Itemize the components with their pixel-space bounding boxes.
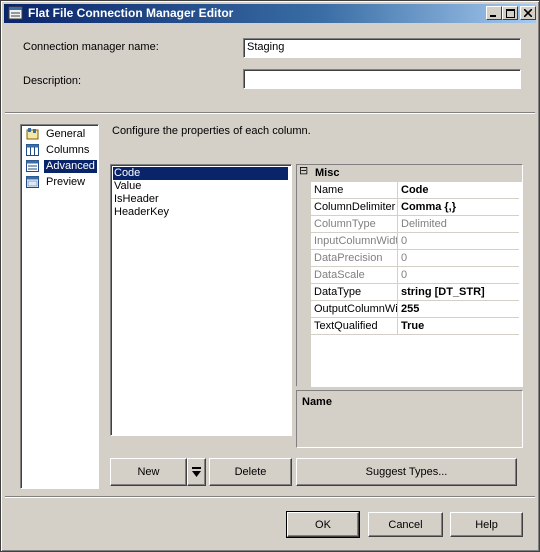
help-button[interactable]: Help	[450, 512, 523, 537]
advanced-icon	[26, 160, 39, 172]
ok-button[interactable]: OK	[286, 511, 360, 538]
page-nav: General Columns Advanced Preview	[20, 124, 99, 489]
divider	[5, 496, 535, 498]
property-row-textqualified[interactable]: TextQualified True	[297, 318, 519, 335]
app-icon	[8, 6, 23, 20]
general-icon	[26, 128, 39, 140]
nav-label-general: General	[46, 128, 86, 140]
description-label: Description:	[23, 75, 82, 87]
nav-label-preview: Preview	[46, 176, 86, 188]
divider	[5, 112, 535, 114]
maximize-button[interactable]	[502, 6, 518, 20]
connection-name-label: Connection manager name:	[23, 41, 159, 53]
description-input[interactable]	[243, 69, 521, 89]
property-value[interactable]: string [DT_STR]	[398, 284, 519, 301]
delete-button[interactable]: Delete	[209, 458, 292, 486]
nav-label-advanced: Advanced	[44, 160, 97, 173]
property-key: InputColumnWidth	[311, 233, 398, 250]
property-value[interactable]: 255	[398, 301, 519, 318]
property-value[interactable]: True	[398, 318, 519, 335]
property-key: DataType	[311, 284, 398, 301]
category-misc[interactable]: ⊟ Misc	[297, 165, 522, 182]
property-row-datatype[interactable]: DataType string [DT_STR]	[297, 284, 519, 301]
window-title: Flat File Connection Manager Editor	[28, 6, 234, 20]
property-row-inputcolumnwidth: InputColumnWidth 0	[297, 233, 519, 250]
connection-name-input[interactable]: Staging	[243, 38, 521, 58]
property-value: 0	[398, 250, 519, 267]
property-row-columndelimiter[interactable]: ColumnDelimiter Comma {,}	[297, 199, 519, 216]
list-item-code[interactable]: Code	[113, 167, 288, 180]
property-row-outputcolumnwidth[interactable]: OutputColumnWid 255	[297, 301, 519, 318]
property-value[interactable]: Code	[398, 182, 519, 199]
property-description-box: Name	[296, 390, 523, 448]
minimize-icon	[490, 15, 496, 17]
nav-label-columns: Columns	[46, 144, 90, 156]
title-bar[interactable]: Flat File Connection Manager Editor	[4, 4, 536, 23]
property-value[interactable]: Comma {,}	[398, 199, 519, 216]
property-key: DataPrecision	[311, 250, 398, 267]
property-key: ColumnType	[311, 216, 398, 233]
maximize-icon	[505, 8, 515, 18]
close-icon	[524, 9, 532, 17]
list-item-value[interactable]: Value	[113, 180, 288, 193]
property-value: Delimited	[398, 216, 519, 233]
close-button[interactable]	[520, 6, 536, 20]
new-dropdown-button[interactable]	[187, 458, 206, 486]
property-value: 0	[398, 267, 519, 284]
dialog-window: Flat File Connection Manager Editor Conn…	[0, 0, 540, 552]
instruction-text: Configure the properties of each column.	[112, 125, 311, 137]
property-key: DataScale	[311, 267, 398, 284]
columns-list[interactable]: Code Value IsHeader HeaderKey	[110, 164, 292, 436]
dropdown-arrow-icon	[192, 466, 201, 477]
property-key: OutputColumnWid	[311, 301, 398, 318]
property-row-datascale: DataScale 0	[297, 267, 519, 284]
property-key: TextQualified	[311, 318, 398, 335]
minimize-button[interactable]	[486, 6, 502, 20]
new-button[interactable]: New	[110, 458, 187, 486]
cancel-button[interactable]: Cancel	[368, 512, 443, 537]
property-description-title: Name	[302, 396, 332, 408]
list-item-headerkey[interactable]: HeaderKey	[113, 206, 288, 219]
property-row-name[interactable]: Name Code	[297, 182, 519, 199]
columns-icon	[26, 144, 39, 156]
category-label: Misc	[315, 167, 340, 179]
property-row-dataprecision: DataPrecision 0	[297, 250, 519, 267]
suggest-types-button[interactable]: Suggest Types...	[296, 458, 517, 486]
property-key: ColumnDelimiter	[311, 199, 398, 216]
preview-icon	[26, 176, 39, 188]
property-value: 0	[398, 233, 519, 250]
property-grid[interactable]: ⊟ Misc Name Code ColumnDelimiter Comma {…	[296, 164, 523, 388]
property-key: Name	[311, 182, 398, 199]
list-item-isheader[interactable]: IsHeader	[113, 193, 288, 206]
collapse-icon[interactable]: ⊟	[299, 166, 310, 177]
property-row-columntype: ColumnType Delimited	[297, 216, 519, 233]
